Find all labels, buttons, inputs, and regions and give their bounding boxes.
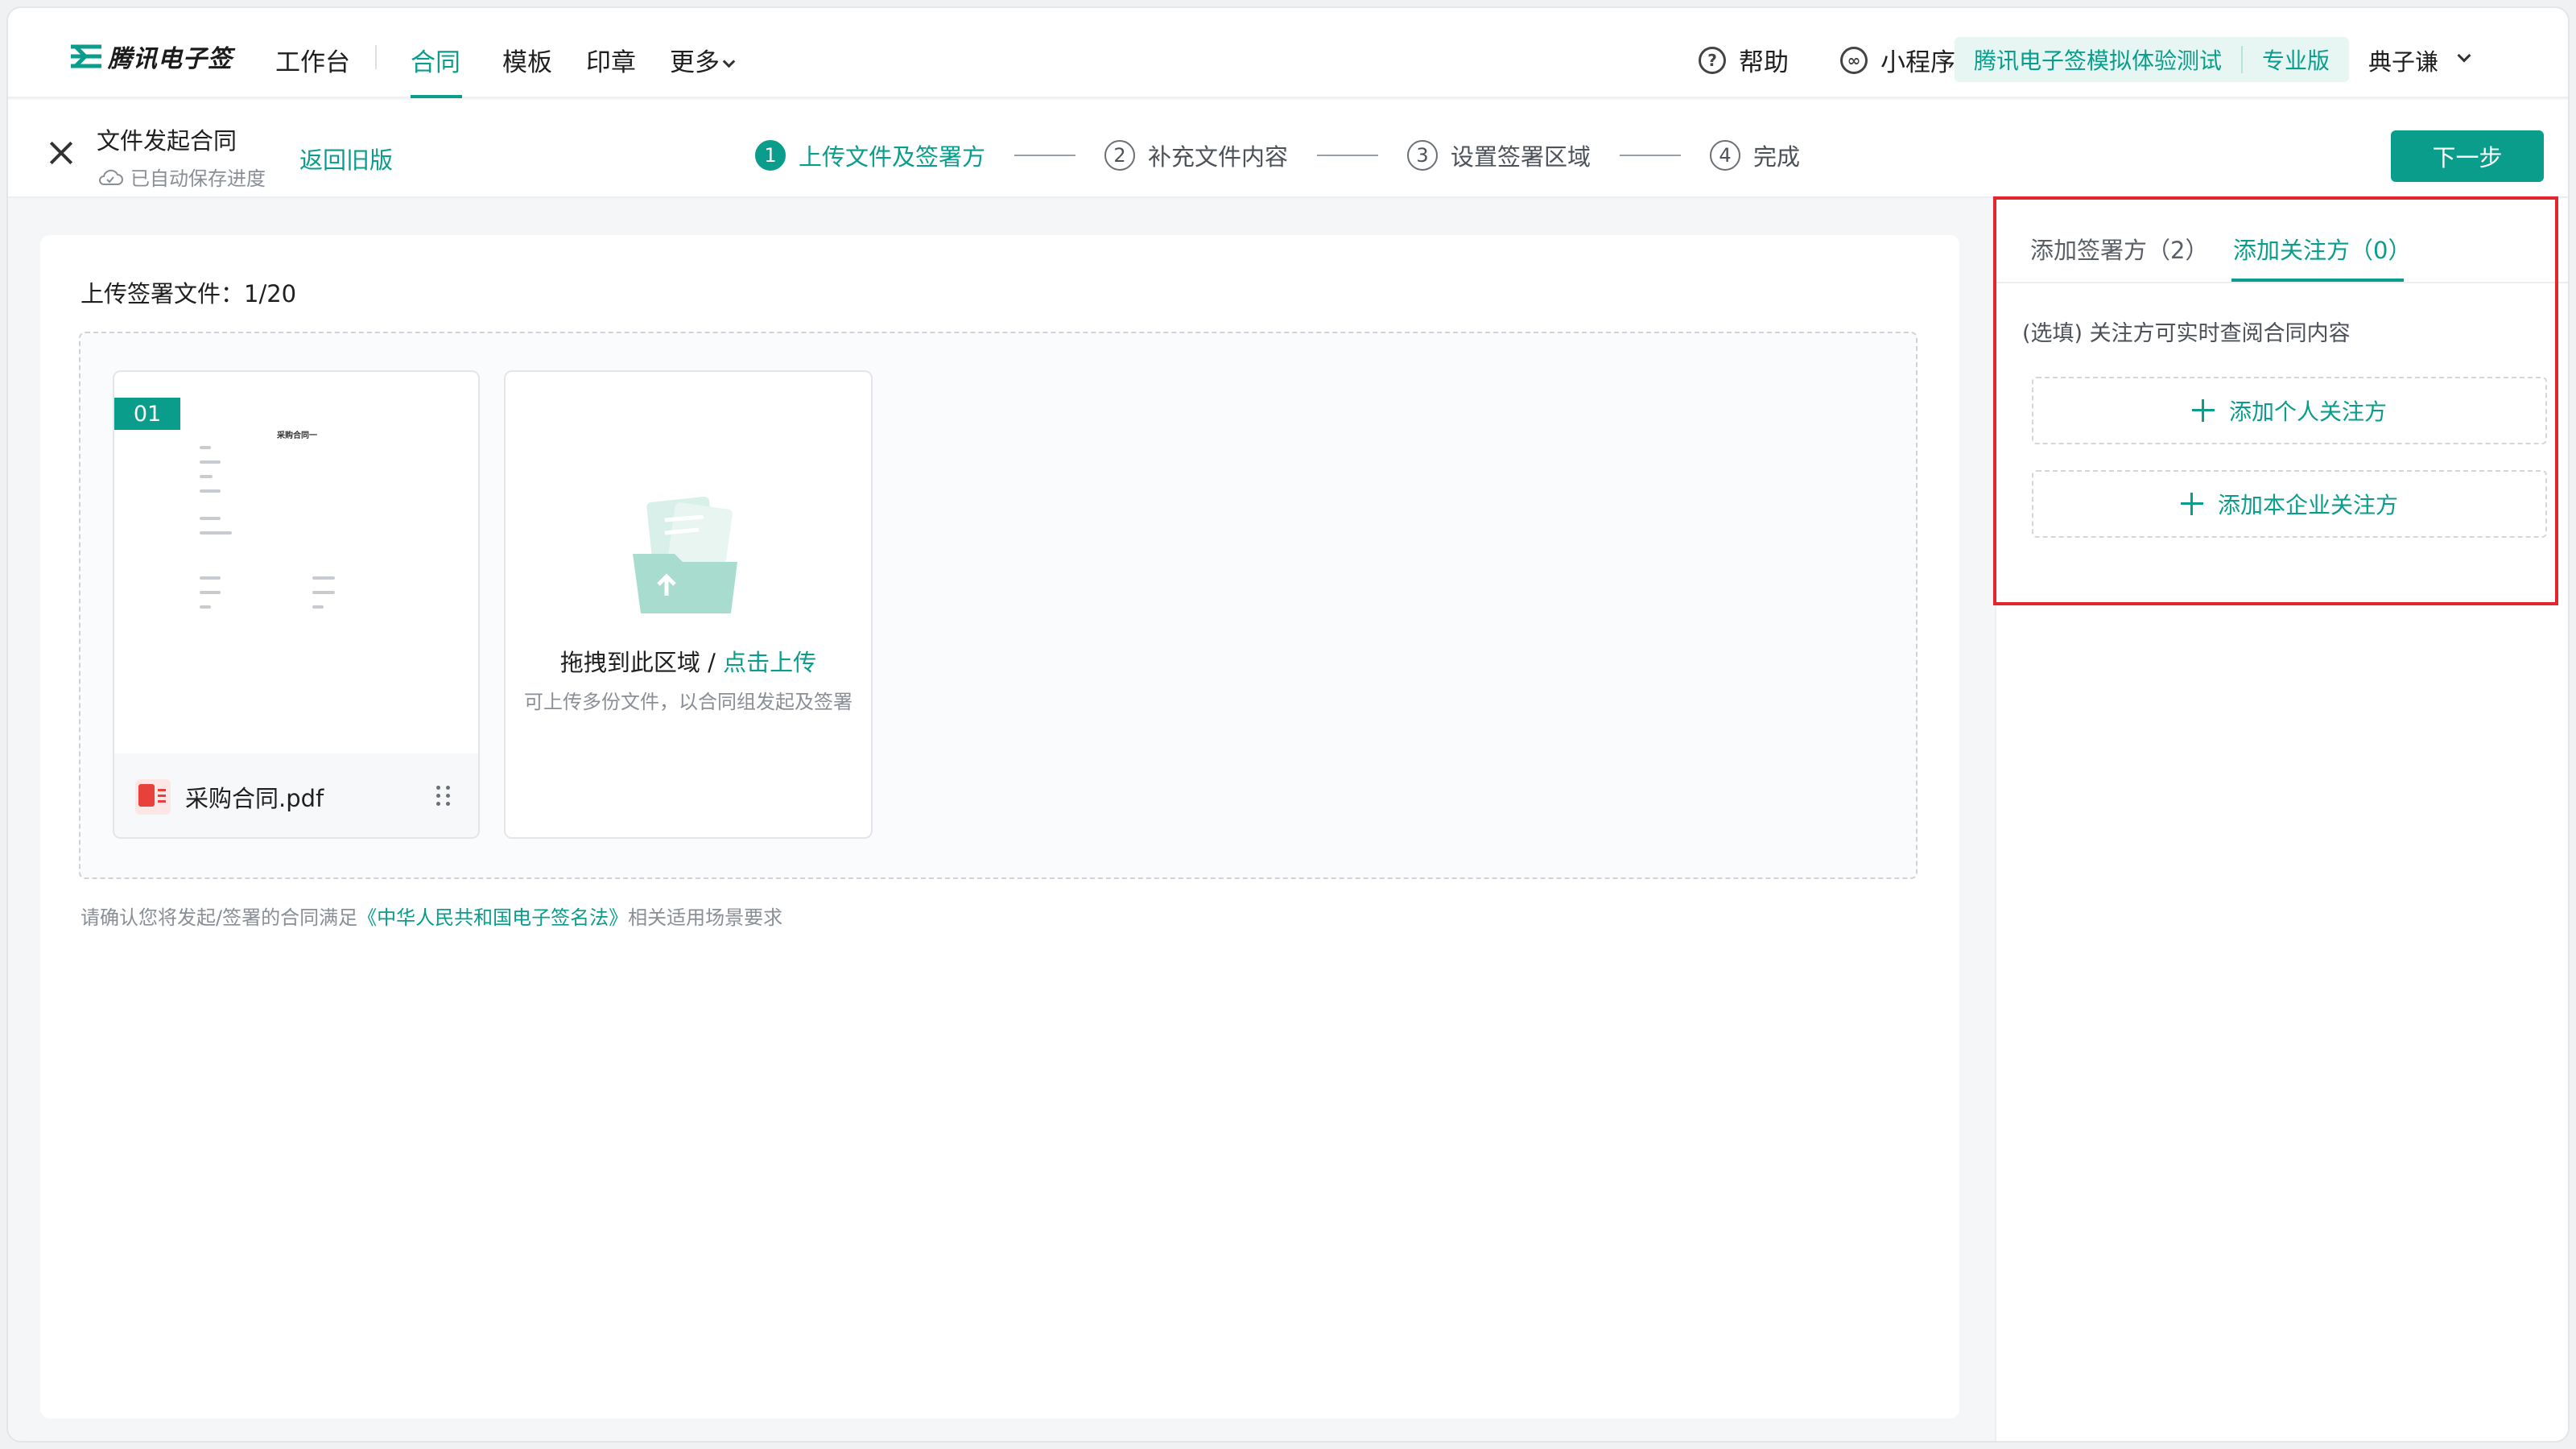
thumbnail-line [200,591,221,594]
miniprogram-label: 小程序 [1880,48,1955,77]
chevron-down-icon [722,55,736,68]
tab-add-watchers[interactable]: 添加关注方（0） [2233,232,2411,266]
next-step-button[interactable]: 下一步 [2391,130,2544,182]
legal-notice-prefix: 请确认您将发起/签署的合同满足 [80,906,358,929]
participants-panel: 添加签署方（2） 添加关注方（0） (选填) 关注方可实时查阅合同内容 添加个人… [1995,198,2568,1441]
click-upload-link[interactable]: 点击上传 [723,649,816,676]
add-company-watcher-label: 添加本企业关注方 [2217,492,2398,518]
flow-title: 文件发起合同 [97,127,237,155]
upload-drop-target[interactable]: 拖拽到此区域 / 点击上传 可上传多份文件，以合同组发起及签署 [504,370,873,839]
step-label: 补充文件内容 [1148,143,1289,171]
step-label: 完成 [1753,143,1801,171]
progress-steps: 1 上传文件及签署方 2 补充文件内容 3 设置签署区域 4 完成 [755,138,1800,172]
upload-section-title: 上传签署文件：1/20 [80,280,297,308]
drag-handle-icon[interactable] [436,786,451,807]
miniprogram-link[interactable]: ∞ 小程序 [1840,42,1955,78]
step-label: 设置签署区域 [1451,143,1591,171]
thumbnail-line [200,517,221,520]
legal-notice: 请确认您将发起/签署的合同满足《中华人民共和国电子签名法》相关适用场景要求 [80,902,782,930]
nav-template[interactable]: 模板 [502,42,552,78]
step-sign-area: 3 设置签署区域 [1407,138,1591,172]
tab-add-signers[interactable]: 添加签署方（2） [2030,232,2208,266]
step-upload: 1 上传文件及签署方 [755,138,985,172]
step-number: 4 [1710,140,1741,171]
e-signature-law-link[interactable]: 《中华人民共和国电子签名法》 [357,906,628,929]
nav-more[interactable]: 更多 [670,42,736,78]
thumbnail-line [200,475,213,478]
drag-instruction-label: 拖拽到此区域 / [559,649,724,676]
miniprogram-icon: ∞ [1840,46,1868,74]
nav-workbench[interactable]: 工作台 [275,42,350,78]
file-index-badge: 01 [114,398,180,430]
add-personal-watcher-label: 添加个人关注方 [2228,398,2387,425]
upload-hint: 可上传多份文件，以合同组发起及签署 [524,691,852,713]
file-dropzone[interactable]: 采购合同一 01 采购合同.pdf 拖拽到此区域 / 点击上传 可上传多份文件，… [79,332,1918,879]
drag-instruction: 拖拽到此区域 / 点击上传 [506,644,871,678]
app-window: 腾讯电子签 工作台 合同 模板 印章 更多 ? 帮助 ∞ 小程序 腾讯电子签模拟… [6,6,2570,1443]
org-switcher[interactable]: 腾讯电子签模拟体验测试 专业版 [1955,37,2350,82]
thumbnail-line [200,605,211,609]
nav-divider [375,45,377,69]
step-fill-content: 2 补充文件内容 [1104,138,1288,172]
user-menu[interactable]: 典子谦 [2368,43,2471,77]
plus-icon [2180,493,2203,515]
top-navigation: 腾讯电子签 工作台 合同 模板 印章 更多 ? 帮助 ∞ 小程序 腾讯电子签模拟… [8,8,2568,98]
watchers-description: (选填) 关注方可实时查阅合同内容 [2022,321,2351,346]
nav-seal[interactable]: 印章 [586,42,636,78]
uploaded-file-card[interactable]: 采购合同一 01 采购合同.pdf [113,370,480,839]
plus-icon [2191,399,2215,422]
plan-badge: 专业版 [2262,47,2330,74]
brand-logo[interactable]: 腾讯电子签 [69,39,233,74]
thumbnail-heading: 采购合同一 [277,431,317,440]
thumbnail-line [200,576,221,580]
upload-card: 上传签署文件：1/20 采购合同一 01 采购合同.pdf 拖拽到此区域 / 点… [40,235,1959,1418]
logo-icon [71,44,101,68]
thumbnail-line [200,460,221,464]
user-name: 典子谦 [2368,48,2439,76]
thumbnail-line [312,591,335,594]
folder-upload-icon [633,496,737,613]
step-label: 上传文件及签署方 [799,143,986,171]
nav-contract[interactable]: 合同 [411,42,460,78]
brand-name: 腾讯电子签 [108,45,233,73]
step-connector [1014,155,1076,156]
thumbnail-line [200,489,221,493]
participant-tabs: 添加签署方（2） 添加关注方（0） [1996,198,2568,283]
add-company-watcher-button[interactable]: 添加本企业关注方 [2032,470,2547,538]
legal-notice-suffix: 相关适用场景要求 [628,906,783,929]
step-number: 2 [1104,140,1136,171]
file-name: 采购合同.pdf [185,785,324,812]
step-connector [1620,155,1682,156]
help-label: 帮助 [1739,48,1789,77]
add-personal-watcher-button[interactable]: 添加个人关注方 [2032,377,2547,444]
thumbnail-line [200,446,211,449]
autosave-label: 已自动保存进度 [130,167,266,190]
thumbnail-line [312,576,335,580]
pdf-file-icon [135,779,171,815]
active-tab-indicator [2231,279,2404,282]
step-connector [1317,155,1379,156]
help-icon: ? [1699,46,1726,74]
nav-more-label: 更多 [670,48,720,77]
thumbnail-line [312,605,324,609]
cloud-check-icon [99,169,123,185]
help-link[interactable]: ? 帮助 [1699,42,1789,78]
step-number: 3 [1407,140,1439,171]
step-number: 1 [755,140,786,171]
flow-header: 文件发起合同 已自动保存进度 返回旧版 1 上传文件及签署方 2 补充文件内容 … [8,100,2568,198]
autosave-status: 已自动保存进度 [97,163,266,191]
nav-active-indicator [411,95,462,98]
org-name: 腾讯电子签模拟体验测试 [1974,47,2223,74]
step-done: 4 完成 [1710,138,1800,172]
file-footer: 采购合同.pdf [114,753,478,837]
back-to-old-version-link[interactable]: 返回旧版 [299,142,393,175]
thumbnail-line [200,531,232,535]
close-icon[interactable] [48,140,74,166]
chevron-down-icon [2457,48,2471,63]
